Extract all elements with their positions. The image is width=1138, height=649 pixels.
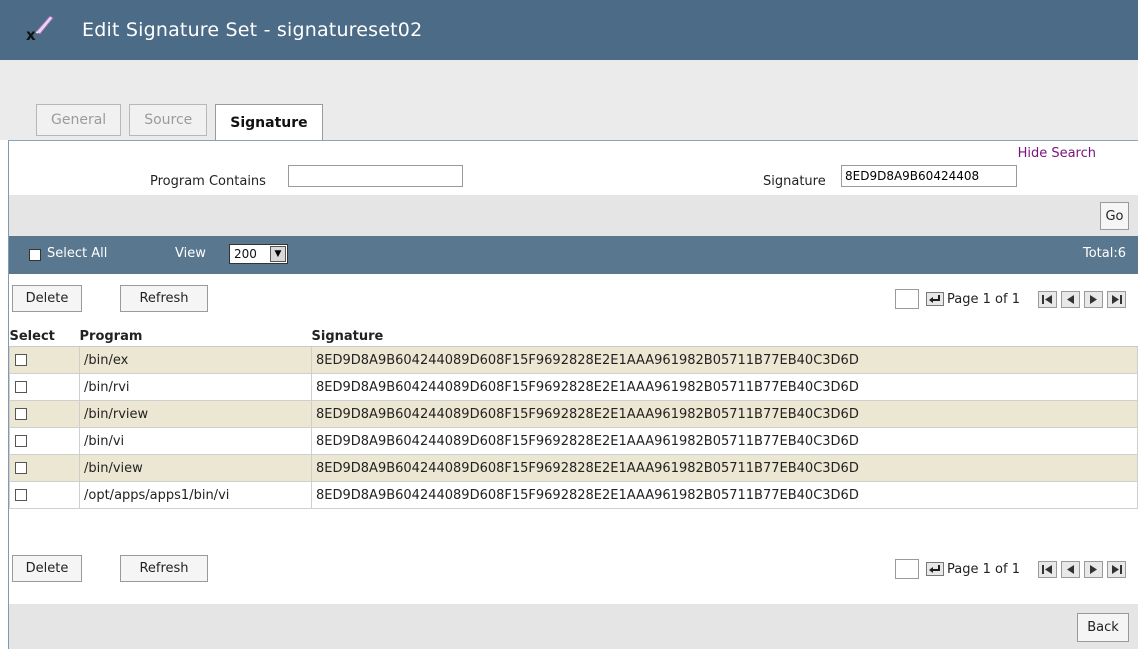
search-panel: Hide Search Program Contains Signature (9, 141, 1138, 195)
signature-cell: 8ED9D8A9B604244089D608F15F9692828E2E1AAA… (311, 346, 1138, 374)
signature-cell: 8ED9D8A9B604244089D608F15F9692828E2E1AAA… (311, 400, 1138, 428)
row-select-cell (9, 427, 80, 455)
column-header-program: Program (79, 326, 312, 347)
table-row: /bin/ex 8ED9D8A9B604244089D608F15F969282… (9, 346, 1138, 374)
table-row: /bin/view 8ED9D8A9B604244089D608F15F9692… (9, 454, 1138, 482)
signature-cell: 8ED9D8A9B604244089D608F15F9692828E2E1AAA… (311, 373, 1138, 401)
view-label: View (175, 246, 206, 261)
program-cell: /opt/apps/apps1/bin/vi (79, 481, 312, 509)
row-checkbox[interactable] (15, 408, 27, 420)
table-row: /bin/rview 8ED9D8A9B604244089D608F15F969… (9, 400, 1138, 428)
program-cell: /bin/vi (79, 427, 312, 455)
first-page-icon[interactable] (1038, 290, 1057, 308)
last-page-icon[interactable] (1107, 290, 1126, 308)
signature-label: Signature (763, 174, 826, 189)
program-contains-label: Program Contains (150, 174, 266, 189)
delete-button-top[interactable]: Delete (12, 285, 82, 312)
title-bar: x Edit Signature Set - signatureset02 (0, 0, 1138, 60)
program-cell: /bin/rvi (79, 373, 312, 401)
row-checkbox[interactable] (15, 462, 27, 474)
next-page-icon[interactable] (1084, 560, 1103, 578)
prev-page-icon[interactable] (1061, 560, 1080, 578)
tab-source[interactable]: Source (129, 104, 208, 136)
row-select-cell (9, 373, 80, 401)
footer-bar: Back (9, 604, 1138, 649)
page-indicator: Page 1 of 1 (947, 291, 1020, 307)
dropdown-arrow-icon[interactable]: ▼ (270, 246, 286, 262)
table-row: /opt/apps/apps1/bin/vi 8ED9D8A9B60424408… (9, 481, 1138, 509)
row-checkbox[interactable] (15, 354, 27, 366)
page-indicator: Page 1 of 1 (947, 561, 1020, 577)
signature-input[interactable] (841, 165, 1017, 187)
row-select-cell (9, 400, 80, 428)
jump-page-icon[interactable] (925, 290, 945, 308)
jump-page-icon[interactable] (925, 560, 945, 578)
view-count-select[interactable]: 200 ▼ (229, 244, 288, 264)
program-cell: /bin/rview (79, 400, 312, 428)
row-checkbox[interactable] (15, 489, 27, 501)
next-page-icon[interactable] (1084, 290, 1103, 308)
column-header-signature: Signature (311, 326, 1138, 347)
search-action-bar: Go (9, 195, 1138, 236)
column-header-select: Select (9, 326, 80, 347)
last-page-icon[interactable] (1107, 560, 1126, 578)
prev-page-icon[interactable] (1061, 290, 1080, 308)
table-row: /bin/vi 8ED9D8A9B604244089D608F15F969282… (9, 427, 1138, 455)
tab-general[interactable]: General (36, 104, 122, 136)
refresh-button-bottom[interactable]: Refresh (120, 555, 208, 582)
delete-button-bottom[interactable]: Delete (12, 555, 82, 582)
row-select-cell (9, 454, 80, 482)
window-title: Edit Signature Set - signatureset02 (82, 19, 423, 41)
view-count-value: 200 (234, 247, 257, 261)
hide-search-link[interactable]: Hide Search (1018, 146, 1096, 161)
first-page-icon[interactable] (1038, 560, 1057, 578)
page-number-input[interactable] (895, 559, 920, 579)
bottom-action-row: Delete Refresh Page 1 of 1 (9, 545, 1138, 593)
program-cell: /bin/view (79, 454, 312, 482)
list-toolbar: Select All View 200 ▼ Total:6 (9, 236, 1138, 274)
tab-signature[interactable]: Signature (215, 104, 323, 141)
total-count: Total:6 (1082, 246, 1126, 261)
page-number-input[interactable] (895, 289, 920, 309)
select-all-label: Select All (47, 246, 108, 261)
signature-cell: 8ED9D8A9B604244089D608F15F9692828E2E1AAA… (311, 427, 1138, 455)
tab-strip: General Source Signature (36, 104, 323, 141)
top-action-row: Delete Refresh Page 1 of 1 (9, 274, 1138, 322)
select-all-checkbox[interactable] (29, 249, 41, 261)
program-cell: /bin/ex (79, 346, 312, 374)
back-button[interactable]: Back (1077, 613, 1129, 642)
row-select-cell (9, 481, 80, 509)
signature-table: Select Program Signature /bin/ex 8ED9D8A… (9, 326, 1138, 509)
row-select-cell (9, 346, 80, 374)
table-row: /bin/rvi 8ED9D8A9B604244089D608F15F96928… (9, 373, 1138, 401)
pager-bottom: Page 1 of 1 (895, 558, 1126, 580)
row-checkbox[interactable] (15, 381, 27, 393)
row-checkbox[interactable] (15, 435, 27, 447)
signature-cell: 8ED9D8A9B604244089D608F15F9692828E2E1AAA… (311, 454, 1138, 482)
pager-top: Page 1 of 1 (895, 288, 1126, 310)
table-header-row: Select Program Signature (9, 326, 1138, 347)
signature-cell: 8ED9D8A9B604244089D608F15F9692828E2E1AAA… (311, 481, 1138, 509)
refresh-button-top[interactable]: Refresh (120, 285, 208, 312)
program-contains-input[interactable] (288, 165, 463, 187)
go-button[interactable]: Go (1100, 202, 1129, 230)
app-logo-icon: x (24, 12, 60, 48)
